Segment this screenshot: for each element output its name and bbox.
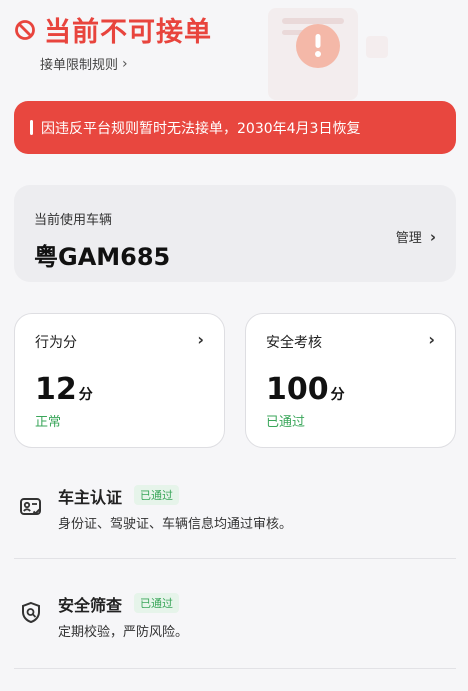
suspension-alert-banner: 因违反平台规则暂时无法接单，2030年4月3日恢复 bbox=[14, 101, 456, 154]
owner-verification-item[interactable]: 车主认证 已通过 身份证、驾驶证、车辆信息均通过审核。 bbox=[14, 480, 456, 540]
divider bbox=[14, 558, 456, 559]
order-rules-link[interactable]: 接单限制规则 › bbox=[40, 54, 128, 74]
page-title: 当前不可接单 bbox=[44, 17, 212, 48]
manage-label: 管理 bbox=[395, 231, 422, 246]
header: 当前不可接单 bbox=[14, 10, 212, 49]
order-rules-link-label: 接单限制规则 bbox=[40, 58, 119, 73]
manage-vehicle-button[interactable]: 管理 › bbox=[395, 227, 436, 247]
current-vehicle-card: 当前使用车辆 粤GAM685 管理 › bbox=[14, 185, 456, 282]
owner-verification-desc: 身份证、驾驶证、车辆信息均通过审核。 bbox=[58, 517, 293, 532]
safety-assessment-title: 安全考核 bbox=[266, 335, 322, 351]
behavior-score-card[interactable]: 行为分 › 12 分 正常 bbox=[14, 313, 225, 448]
safety-assessment-unit: 分 bbox=[330, 387, 345, 403]
shield-search-icon bbox=[18, 600, 44, 626]
document-warning-illustration bbox=[268, 8, 388, 100]
safety-screening-badge: 已通过 bbox=[134, 593, 179, 613]
safety-assessment-card[interactable]: 安全考核 › 100 分 已通过 bbox=[245, 313, 456, 448]
behavior-score-number: 12 bbox=[35, 372, 77, 407]
behavior-score-status: 正常 bbox=[35, 415, 62, 430]
vehicle-plate: 粤GAM685 bbox=[34, 243, 171, 271]
id-card-check-icon bbox=[18, 494, 44, 520]
safety-screening-item[interactable]: 安全筛查 已通过 定期校验，严防风险。 bbox=[14, 588, 456, 648]
behavior-score-value: 12 分 bbox=[35, 372, 93, 407]
safety-screening-desc: 定期校验，严防风险。 bbox=[58, 625, 189, 640]
owner-verification-badge: 已通过 bbox=[134, 485, 179, 505]
owner-verification-title: 车主认证 bbox=[58, 488, 123, 507]
title-row: 当前不可接单 bbox=[14, 10, 212, 49]
vehicle-label: 当前使用车辆 bbox=[34, 213, 113, 228]
prohibited-icon bbox=[14, 19, 36, 41]
behavior-score-unit: 分 bbox=[78, 387, 93, 403]
safety-assessment-number: 100 bbox=[266, 372, 329, 407]
alert-message: 因违反平台规则暂时无法接单，2030年4月3日恢复 bbox=[41, 120, 361, 137]
chevron-right-icon: › bbox=[122, 55, 128, 72]
behavior-score-title: 行为分 bbox=[35, 335, 77, 351]
divider bbox=[14, 668, 456, 669]
safety-assessment-status: 已通过 bbox=[266, 415, 306, 430]
safety-assessment-value: 100 分 bbox=[266, 372, 345, 407]
chevron-right-icon: › bbox=[428, 330, 435, 349]
chevron-right-icon: › bbox=[429, 227, 436, 246]
alert-bar-marker bbox=[30, 120, 33, 135]
chevron-right-icon: › bbox=[197, 330, 204, 349]
safety-screening-title: 安全筛查 bbox=[58, 596, 123, 615]
